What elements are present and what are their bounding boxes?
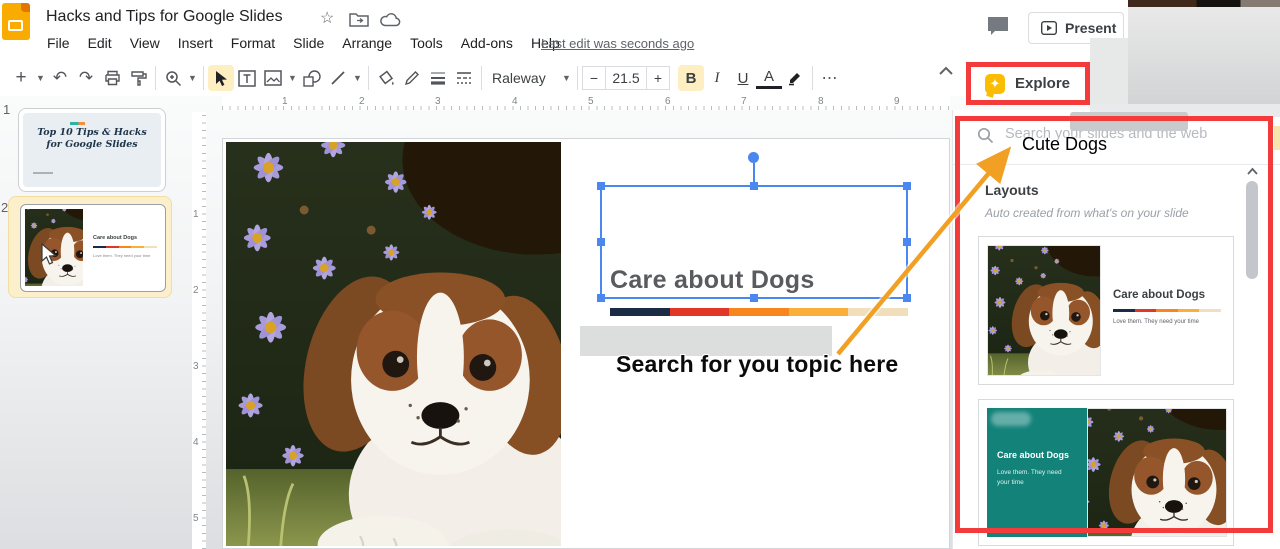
- menu-view[interactable]: View: [121, 34, 169, 54]
- thumb2-stripe: [93, 246, 157, 248]
- slide-color-stripe: [610, 308, 908, 316]
- annotation-instruction: Search for you topic here: [616, 351, 899, 377]
- insert-image-button[interactable]: [260, 65, 286, 91]
- slide2-thumbnail[interactable]: Care about Dogs Love them. They need you…: [20, 204, 166, 292]
- font-family-select[interactable]: Raleway: [486, 70, 560, 86]
- google-slides-window: Hacks and Tips for Google Slides ☆ File …: [0, 0, 1280, 549]
- grey-overlay-b: [1090, 38, 1128, 106]
- last-edit-status[interactable]: Last edit was seconds ago: [541, 36, 694, 51]
- menu-slide[interactable]: Slide: [284, 34, 333, 54]
- handle-w[interactable]: [597, 238, 605, 246]
- border-weight-button[interactable]: [425, 65, 451, 91]
- handle-s[interactable]: [750, 294, 758, 302]
- star-icon[interactable]: ☆: [320, 8, 334, 28]
- insert-image-dropdown[interactable]: ▼: [286, 65, 299, 91]
- handle-n[interactable]: [750, 182, 758, 190]
- highlight-color-button[interactable]: [782, 65, 808, 91]
- handle-ne[interactable]: [903, 182, 911, 190]
- menu-bar: File Edit View Insert Format Slide Arran…: [38, 34, 569, 54]
- thumb1-title: Top 10 Tips & Hacks for Google Slides: [37, 127, 147, 151]
- present-play-icon: [1041, 21, 1057, 35]
- font-family-dropdown[interactable]: ▼: [560, 65, 573, 91]
- vertical-ruler: 1 2 3 4 5: [192, 112, 206, 549]
- thumb2-photo: [25, 209, 83, 286]
- menu-tools[interactable]: Tools: [401, 34, 452, 54]
- thumb1-small-text: [33, 171, 53, 174]
- collapse-toolbar-icon[interactable]: [938, 66, 954, 76]
- rotation-handle[interactable]: [748, 152, 759, 163]
- comment-history-icon[interactable]: [986, 15, 1011, 38]
- underline-button[interactable]: U: [730, 65, 756, 91]
- zoom-button[interactable]: [160, 65, 186, 91]
- thumb2-subtitle: Love them. They need your time: [93, 253, 151, 258]
- menu-format[interactable]: Format: [222, 34, 284, 54]
- google-slides-logo[interactable]: [2, 3, 30, 40]
- handle-sw[interactable]: [597, 294, 605, 302]
- move-folder-icon[interactable]: [349, 12, 369, 27]
- italic-button[interactable]: I: [704, 65, 730, 91]
- logo-fold: [21, 3, 30, 12]
- fill-color-button[interactable]: [373, 65, 399, 91]
- handle-e[interactable]: [903, 238, 911, 246]
- thumb1-accent-dash: [69, 122, 85, 125]
- explore-button-highlight-box[interactable]: ✦ Explore: [966, 62, 1090, 105]
- select-tool-button[interactable]: [208, 65, 234, 91]
- border-color-button[interactable]: [399, 65, 425, 91]
- new-slide-button[interactable]: +: [8, 65, 34, 91]
- print-button[interactable]: [99, 65, 125, 91]
- zoom-dropdown[interactable]: ▼: [186, 65, 199, 91]
- undo-button[interactable]: ↶: [47, 65, 73, 91]
- header-bar: Hacks and Tips for Google Slides ☆ File …: [0, 0, 1280, 60]
- handle-nw[interactable]: [597, 182, 605, 190]
- present-label: Present: [1065, 20, 1117, 36]
- menu-addons[interactable]: Add-ons: [452, 34, 522, 54]
- document-title[interactable]: Hacks and Tips for Google Slides: [46, 8, 283, 26]
- horizontal-ruler: 1 2 3 4 5 6 7 8 9: [222, 96, 950, 110]
- menu-file[interactable]: File: [38, 34, 79, 54]
- explore-icon: ✦: [985, 73, 1005, 94]
- explore-label: Explore: [1015, 75, 1071, 92]
- video-edge-strip: [1128, 0, 1280, 7]
- cloud-status-icon[interactable]: [380, 13, 401, 27]
- slide-textbox-title[interactable]: Care about Dogs: [610, 266, 815, 295]
- text-color-button[interactable]: A: [756, 67, 782, 89]
- grey-overlay-a: [1128, 7, 1280, 106]
- explore-panel-highlight-box: [955, 116, 1273, 533]
- line-tool-button[interactable]: [325, 65, 351, 91]
- slide1-number: 1: [3, 102, 11, 117]
- menu-insert[interactable]: Insert: [169, 34, 222, 54]
- handle-se[interactable]: [903, 294, 911, 302]
- shape-button[interactable]: [299, 65, 325, 91]
- logo-slide-shape: [8, 20, 23, 31]
- text-box-button[interactable]: [234, 65, 260, 91]
- line-tool-dropdown[interactable]: ▼: [351, 65, 364, 91]
- menu-arrange[interactable]: Arrange: [333, 34, 401, 54]
- slide-puppy-photo[interactable]: [226, 142, 561, 546]
- annotation-search-term: Cute Dogs: [1022, 134, 1108, 154]
- slide1-thumbnail[interactable]: Top 10 Tips & Hacks for Google Slides: [18, 108, 166, 192]
- bold-button[interactable]: B: [678, 65, 704, 91]
- more-options-button[interactable]: ⋯: [817, 65, 843, 91]
- border-dash-button[interactable]: [451, 65, 477, 91]
- paint-format-button[interactable]: [125, 65, 151, 91]
- font-size-increase[interactable]: +: [646, 66, 670, 90]
- redo-button[interactable]: ↷: [73, 65, 99, 91]
- font-size-value[interactable]: 21.5: [606, 66, 646, 90]
- font-size-decrease[interactable]: −: [582, 66, 606, 90]
- new-slide-dropdown[interactable]: ▼: [34, 65, 47, 91]
- yellow-edge-sliver: [1274, 126, 1280, 150]
- menu-edit[interactable]: Edit: [79, 34, 121, 54]
- thumb2-title: Care about Dogs: [93, 235, 138, 241]
